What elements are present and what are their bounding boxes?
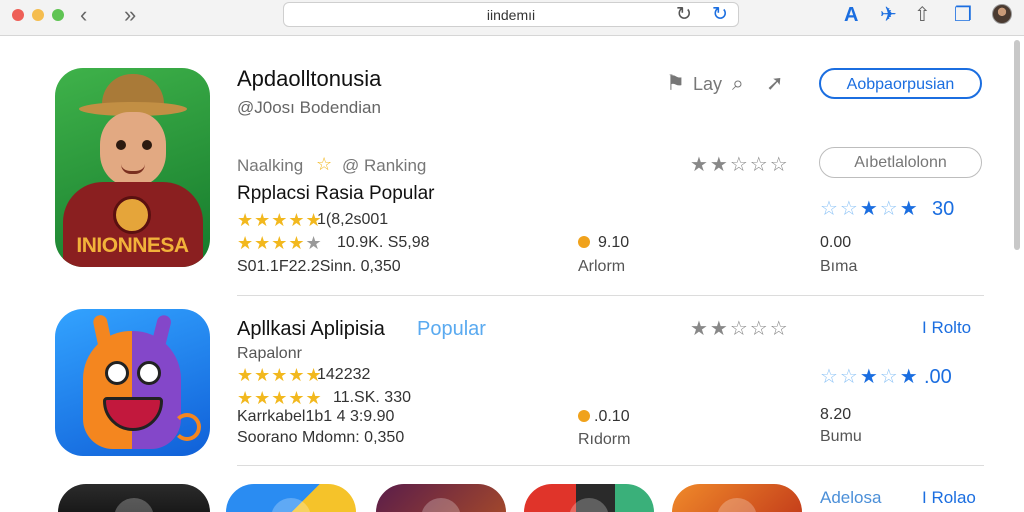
share-label[interactable]: Lay bbox=[693, 74, 722, 95]
popular-blue-rating: .00 bbox=[924, 366, 952, 388]
get-button[interactable]: Aobpaorpusian bbox=[819, 68, 982, 99]
price-dot-icon bbox=[578, 236, 590, 248]
rating-stars-icon: ★★☆☆☆ bbox=[690, 318, 790, 340]
popular-app-icon[interactable] bbox=[55, 309, 210, 456]
popular-price-value: .0.10 bbox=[594, 408, 630, 425]
ranking-at: @ Ranking bbox=[342, 156, 427, 175]
rating-stars-icon: ★★☆☆☆ bbox=[690, 154, 790, 176]
popular-stars-count: 142232 bbox=[317, 366, 371, 383]
browser-toolbar: ‹ » iindemıi ↻ ↻ A ✈ ⇧ ❐ bbox=[0, 0, 1024, 36]
side-value: 0.00 bbox=[820, 234, 852, 251]
back-button[interactable]: ‹ bbox=[80, 2, 87, 28]
blue-stars-icon: ☆☆★☆★ bbox=[820, 198, 920, 220]
app-icon[interactable] bbox=[672, 484, 802, 512]
share-icon[interactable]: ⇧ bbox=[914, 3, 931, 27]
flag-icon[interactable]: ⚑ bbox=[666, 72, 685, 96]
profile-avatar[interactable] bbox=[992, 4, 1012, 24]
popular-line-2: Soorano Mdomn: 0,350 bbox=[237, 429, 405, 446]
popular-reviews-count: 11.SK. 330 bbox=[333, 389, 411, 406]
popular-side-label: Bumu bbox=[820, 428, 862, 445]
stars-icon: ★★★★★ bbox=[237, 365, 323, 385]
secondary-button[interactable]: Aıbetlalolonn bbox=[819, 147, 982, 178]
blue-stars-icon: ☆☆★☆★ bbox=[820, 366, 920, 388]
popular-title[interactable]: Apllkasi Aplipisia bbox=[237, 318, 385, 341]
price-label: Arlorm bbox=[578, 258, 626, 275]
divider bbox=[237, 465, 984, 466]
stars-count: 1(8,2s001 bbox=[317, 211, 389, 228]
send-icon[interactable]: ✈ bbox=[880, 3, 897, 27]
side-label: Bıma bbox=[820, 258, 858, 275]
app-icon[interactable] bbox=[226, 484, 356, 512]
developer-name[interactable]: @J0osı Bodendian bbox=[237, 98, 381, 118]
popular-subtitle: Rapalonr bbox=[237, 345, 302, 362]
divider bbox=[237, 295, 984, 296]
stars-icon: ★★★★★ bbox=[237, 388, 323, 408]
next-row-link[interactable]: I Rolao bbox=[922, 488, 976, 508]
pin-icon[interactable]: ➚ bbox=[766, 72, 784, 96]
reviews-count: 10.9K. S5,98 bbox=[337, 234, 430, 251]
refresh-icon[interactable]: ↻ bbox=[712, 4, 728, 26]
font-icon[interactable]: A bbox=[844, 3, 858, 27]
stars-icon: ★★★★★ bbox=[237, 233, 323, 253]
address-bar[interactable]: iindemıi ↻ ↻ bbox=[283, 2, 739, 27]
app-icon[interactable] bbox=[524, 484, 654, 512]
app-icon[interactable] bbox=[376, 484, 506, 512]
popular-link[interactable]: I Rolto bbox=[922, 318, 971, 338]
app-title[interactable]: Apdaolltonusia bbox=[237, 66, 381, 92]
scrollbar[interactable] bbox=[1014, 40, 1020, 250]
price-dot-icon bbox=[578, 410, 590, 422]
price-value: 9.10 bbox=[598, 234, 630, 251]
section-title: Rpplacsi Rasia Popular bbox=[237, 183, 435, 204]
popular-highlight[interactable]: Popular bbox=[417, 318, 486, 341]
app-icon[interactable] bbox=[58, 484, 210, 512]
icon-caption: INIONNESA bbox=[76, 234, 189, 257]
app-details: S01.1F22.2Sinn. 0,350 bbox=[237, 258, 401, 275]
ranking-label: Naalking bbox=[237, 156, 304, 175]
popular-price-label: Rıdorm bbox=[578, 431, 631, 448]
close-window-button[interactable] bbox=[12, 9, 24, 21]
popular-side-value: 8.20 bbox=[820, 406, 852, 423]
address-text: iindemıi bbox=[486, 7, 536, 23]
blue-rating: 30 bbox=[932, 198, 955, 220]
forward-button[interactable]: » bbox=[124, 2, 136, 28]
search-icon[interactable]: ⌕ bbox=[732, 72, 744, 96]
stars-icon: ★★★★★ bbox=[237, 210, 323, 230]
minimize-window-button[interactable] bbox=[32, 9, 44, 21]
tabs-icon[interactable]: ❐ bbox=[954, 3, 972, 27]
featured-app-icon[interactable]: INIONNESA bbox=[55, 68, 210, 267]
reload-icon[interactable]: ↻ bbox=[676, 4, 692, 26]
popular-line-1: Karrkabel1b1 4 3:9.90 bbox=[237, 408, 395, 425]
ranking-star-icon: ☆ bbox=[316, 154, 333, 174]
maximize-window-button[interactable] bbox=[52, 9, 64, 21]
next-row-title[interactable]: Adelosa bbox=[820, 488, 881, 508]
